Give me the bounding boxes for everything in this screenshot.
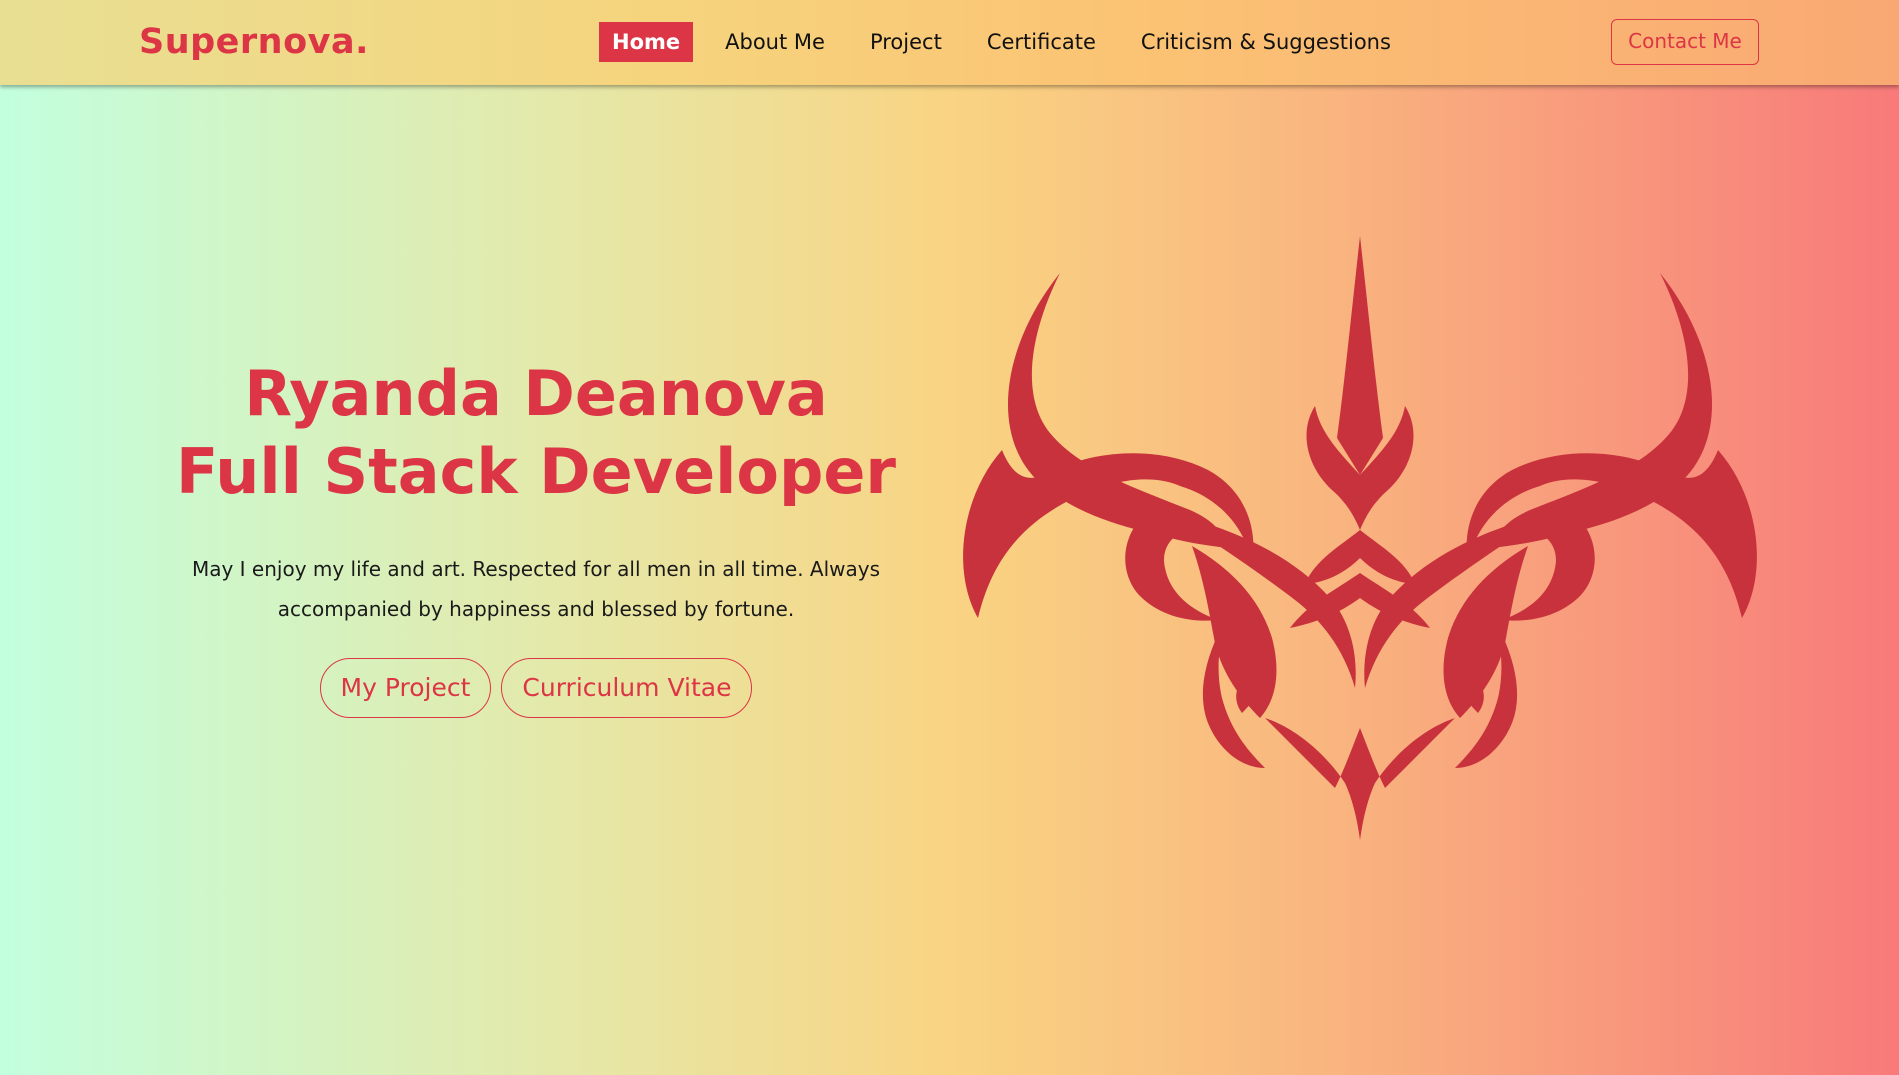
nav-item-home[interactable]: Home xyxy=(599,22,694,62)
curriculum-vitae-button[interactable]: Curriculum Vitae xyxy=(501,658,753,718)
brand-logo[interactable]: Supernova. xyxy=(139,20,369,64)
nav-item-certificate[interactable]: Certificate xyxy=(974,22,1109,62)
nav-item-project[interactable]: Project xyxy=(857,22,955,62)
tribal-emblem-icon xyxy=(963,236,1757,840)
navbar: Supernova. Home About Me Project Certifi… xyxy=(0,0,1899,85)
hero-title: Ryanda Deanova Full Stack Developer xyxy=(170,355,902,511)
nav-item-about-me[interactable]: About Me xyxy=(712,22,838,62)
my-project-button[interactable]: My Project xyxy=(319,658,492,718)
contact-me-button[interactable]: Contact Me xyxy=(1611,19,1759,65)
hero-title-role: Full Stack Developer xyxy=(175,435,897,508)
hero-buttons: My Project Curriculum Vitae xyxy=(170,658,902,718)
nav-item-criticism-suggestions[interactable]: Criticism & Suggestions xyxy=(1128,22,1404,62)
hero-text-block: Ryanda Deanova Full Stack Developer May … xyxy=(170,355,902,718)
hero-description: May I enjoy my life and art. Respected f… xyxy=(191,557,881,621)
nav-menu: Home About Me Project Certificate Critic… xyxy=(599,22,1423,62)
hero-title-name: Ryanda Deanova xyxy=(244,357,828,430)
